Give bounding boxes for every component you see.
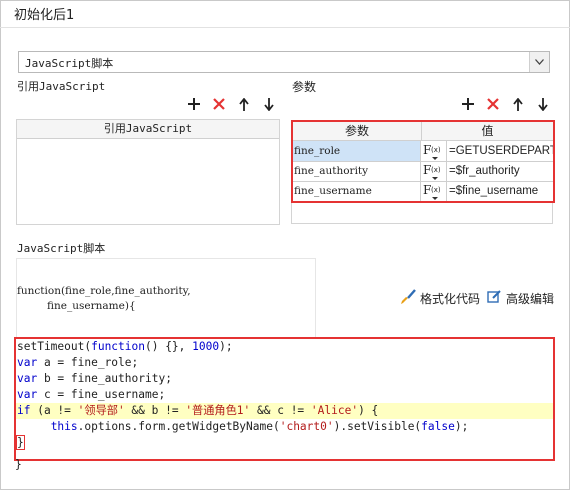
brush-icon [400, 289, 416, 308]
param-value[interactable]: =$fine_username [447, 181, 553, 201]
signature-line-2: fine_username){ [17, 300, 136, 312]
formula-icon[interactable]: F (x) [422, 161, 447, 181]
code-line: this.options.form.getWidgetByName('chart… [50, 420, 469, 433]
format-code-label: 格式化代码 [420, 292, 481, 306]
chevron-down-icon[interactable] [529, 52, 549, 72]
code-line: var a = fine_role; [17, 356, 139, 369]
closing-brace: } [15, 458, 22, 471]
script-type-value: JavaScript脚本 [25, 57, 114, 70]
advanced-edit-label: 高级编辑 [506, 291, 555, 306]
params-grid-filler [291, 200, 553, 224]
referenced-js-list[interactable]: 引用JavaScript [16, 119, 280, 225]
edit-icon [487, 289, 502, 307]
svg-text:(x): (x) [431, 146, 441, 154]
param-name[interactable]: fine_role [293, 141, 421, 161]
arrow-down-icon[interactable] [535, 96, 551, 112]
referenced-js-header: 引用JavaScript [17, 120, 279, 139]
formula-icon[interactable]: F (x) [422, 181, 447, 201]
code-line: var b = fine_authority; [17, 372, 172, 385]
signature-line-1: function(fine_role,fine_authority, [17, 285, 191, 297]
function-signature: function(fine_role,fine_authority, fine_… [17, 284, 191, 314]
params-toolbar [460, 96, 551, 112]
plus-icon[interactable] [186, 96, 202, 112]
format-code-button[interactable]: 格式化代码 [400, 289, 480, 308]
code-editor[interactable]: setTimeout(function() {}, 1000); var a =… [14, 337, 555, 461]
referenced-js-label: 引用JavaScript [17, 80, 106, 93]
cross-icon[interactable] [211, 96, 227, 112]
script-label: JavaScript脚本 [17, 242, 106, 255]
arrow-down-icon[interactable] [261, 96, 277, 112]
title-divider [0, 27, 570, 28]
table-row[interactable]: fine_username F (x) =$fine_username [293, 181, 553, 201]
params-grid: 参数 值 fine_role F(x) =GETUSERDEPARTMENTS(… [291, 120, 555, 203]
params-col-value: 值 [422, 122, 553, 141]
code-line: var c = fine_username; [17, 388, 166, 401]
dialog-title: 初始化后1 [14, 8, 75, 23]
script-type-select[interactable]: JavaScript脚本 [18, 51, 550, 73]
svg-text:(x): (x) [431, 166, 441, 174]
arrow-up-icon[interactable] [510, 96, 526, 112]
table-row[interactable]: fine_authority F (x) =$fr_authority [293, 161, 553, 182]
referenced-js-toolbar [186, 96, 277, 112]
arrow-up-icon[interactable] [236, 96, 252, 112]
param-name[interactable]: fine_username [293, 181, 421, 201]
formula-icon[interactable]: F (x) [422, 141, 447, 161]
plus-icon[interactable] [460, 96, 476, 112]
param-value[interactable]: =GETUSERDEPARTMENTS( [447, 141, 553, 161]
param-name[interactable]: fine_authority [293, 161, 421, 181]
advanced-edit-button[interactable]: 高级编辑 [487, 289, 554, 307]
code-line-highlighted: if (a != '领导部' && b != '普通角色1' && c != '… [16, 403, 553, 419]
svg-text:(x): (x) [431, 186, 441, 194]
params-label: 参数 [292, 80, 317, 94]
code-line: setTimeout(function() {}, 1000); [17, 340, 233, 353]
cross-icon[interactable] [485, 96, 501, 112]
table-row[interactable]: fine_role F(x) =GETUSERDEPARTMENTS( [293, 141, 553, 162]
code-line: } [16, 435, 25, 450]
param-value[interactable]: =$fr_authority [447, 161, 553, 181]
params-col-name: 参数 [293, 122, 422, 141]
